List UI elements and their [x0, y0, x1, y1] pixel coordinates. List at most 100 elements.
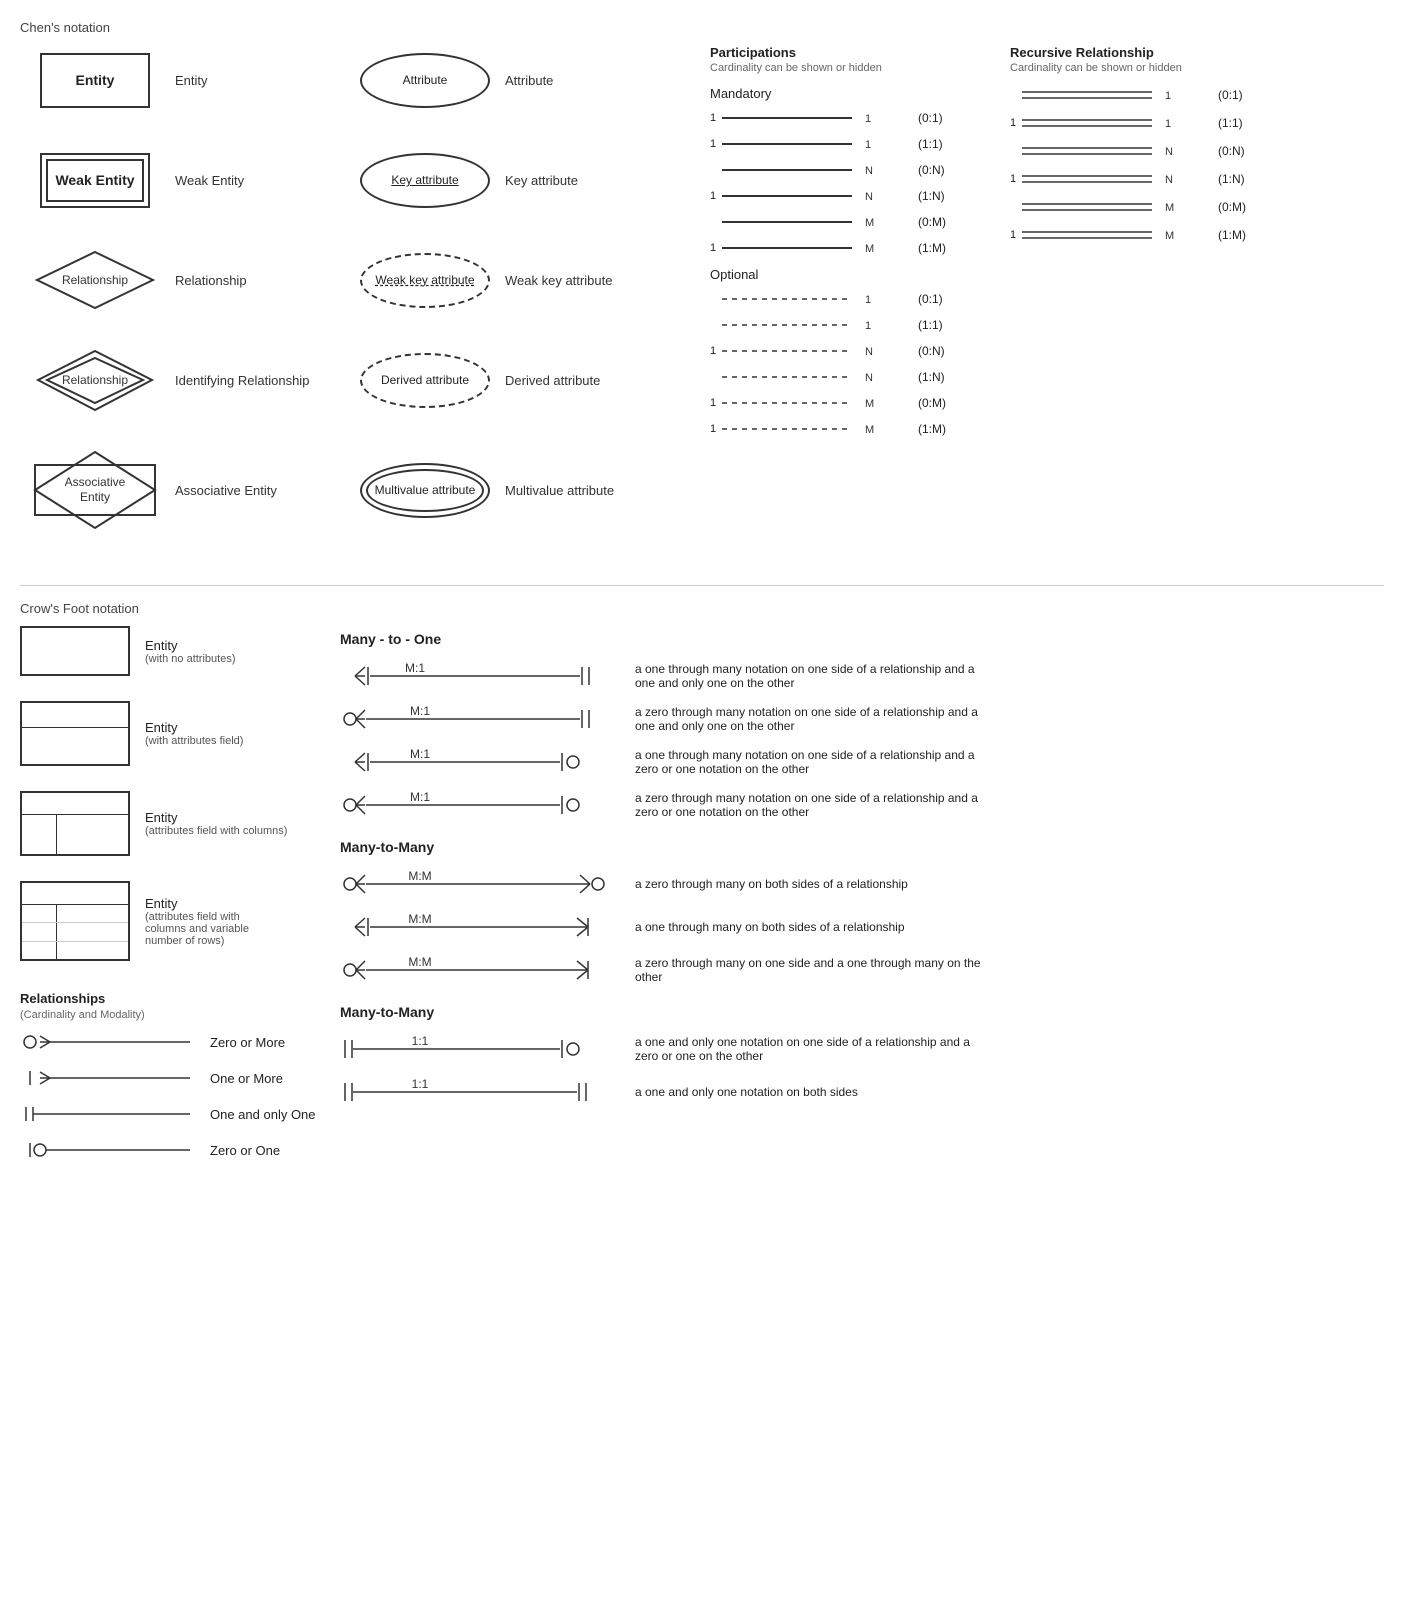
svg-text:1: 1: [1165, 90, 1171, 102]
svg-text:1:1: 1:1: [412, 1078, 429, 1091]
svg-text:M: M: [1165, 202, 1174, 214]
svg-text:N: N: [865, 191, 873, 203]
weak-key-attribute-label: Weak key attribute: [500, 273, 650, 288]
opt-participation-row-0N: 1 N (0:N): [710, 342, 990, 360]
crow-row-col-left-3: [22, 942, 57, 959]
svg-text:M:1: M:1: [410, 748, 430, 761]
part-notation-01: (0:1): [918, 111, 943, 125]
part-notation-0M: (0:M): [918, 215, 946, 229]
opt-participation-row-0M: 1 M (0:M): [710, 394, 990, 412]
svg-text:1: 1: [865, 113, 871, 125]
many-to-one-title: Many - to - One: [340, 631, 1384, 647]
11-row-2: 1:1 a one and only one notation on both …: [340, 1078, 1384, 1106]
opt-participation-row-11: 1 (1:1): [710, 316, 990, 334]
svg-text:N: N: [865, 165, 873, 177]
opt-participation-row-1N: N (1:N): [710, 368, 990, 386]
derived-attribute-ellipse: Derived attribute: [360, 353, 490, 408]
relationship-row: Relationship Relationship: [20, 245, 340, 315]
opt-part-notation-1N: (1:N): [918, 370, 945, 384]
crow-entity-columns-shape: [20, 791, 130, 856]
part-notation-1M: (1:M): [918, 241, 946, 255]
attributes-column: Attribute Attribute Key attribute Key at…: [340, 45, 690, 565]
entity-label: Entity: [170, 73, 320, 88]
part-left-01: 1: [710, 112, 722, 124]
m1-row-1: M:1 a one through many notation on one s…: [340, 662, 1384, 690]
m1-row-3: M:1 a one through many notation on one s…: [340, 748, 1384, 776]
opt-part-notation-01: (0:1): [918, 292, 943, 306]
participation-row-0M: M (0:M): [710, 213, 990, 231]
derived-attribute-row: Derived attribute Derived attribute: [350, 345, 690, 415]
weak-key-attribute-shape: Weak key attribute: [350, 253, 500, 308]
crow-entity-rows-body: [22, 905, 128, 959]
recursive-column: Recursive Relationship Cardinality can b…: [990, 45, 1290, 565]
weak-entity-shape: Weak Entity: [20, 153, 170, 208]
m1-desc-2: a zero through many notation on one side…: [635, 705, 985, 733]
associative-entity-diamond: Associative Entity: [30, 450, 160, 530]
many-to-many-title: Many-to-Many: [340, 839, 1384, 855]
crows-section: Crow's Foot notation Entity (with no att…: [20, 585, 1384, 1175]
weak-entity-rect: Weak Entity: [40, 153, 150, 208]
attribute-text: Attribute: [403, 73, 448, 87]
crow-entity-no-attr-label: Entity (with no attributes): [145, 638, 235, 665]
svg-text:M: M: [865, 424, 874, 436]
rec-notation-01: (0:1): [1218, 88, 1243, 102]
crow-entity-columns-row: Entity (attributes field with columns): [20, 791, 320, 856]
identifying-relationship-label: Identifying Relationship: [170, 373, 320, 388]
crows-title: Crow's Foot notation: [20, 601, 1384, 616]
svg-text:N: N: [1165, 146, 1173, 158]
crow-entity-rows-shape: [20, 881, 130, 961]
crow-entity-col-body: [22, 815, 128, 854]
crow-entity-no-attr-text: Entity: [145, 638, 235, 653]
m1-diagram-1: M:1: [340, 662, 620, 690]
crows-left-panel: Entity (with no attributes) Entity (with…: [20, 626, 320, 1175]
m1-diagram-3: M:1: [340, 748, 620, 776]
one-to-one-section-title: Many-to-Many: [340, 1004, 1384, 1020]
opt-part-notation-11: (1:1): [918, 318, 943, 332]
weak-key-attribute-text: Weak key attribute: [375, 273, 474, 287]
crow-row-item-1: [22, 905, 128, 923]
opt-part-left-1M: 1: [710, 423, 722, 435]
relationships-legend: Relationships (Cardinality and Modality): [20, 991, 320, 1161]
crow-entity-no-attr-shape: [20, 626, 130, 676]
zero-or-one-symbol: [20, 1139, 200, 1161]
entity-rect: Entity: [40, 53, 150, 108]
participation-row-11: 1 1 (1:1): [710, 135, 990, 153]
relationship-shape: Relationship: [20, 250, 170, 310]
crow-entity-rows-header: [22, 883, 128, 905]
weak-entity-row: Weak Entity Weak Entity: [20, 145, 340, 215]
attribute-label: Attribute: [500, 73, 650, 88]
relationship-label: Relationship: [170, 273, 320, 288]
crow-entity-col-right: [57, 815, 128, 854]
svg-text:M: M: [865, 217, 874, 229]
mm-desc-3: a zero through many on one side and a on…: [635, 956, 985, 984]
zero-or-more-label: Zero or More: [210, 1035, 285, 1050]
svg-text:M:1: M:1: [410, 705, 430, 718]
entity-row: Entity Entity: [20, 45, 340, 115]
svg-text:M:1: M:1: [410, 791, 430, 804]
key-attribute-text: Key attribute: [391, 173, 458, 187]
crow-entity-columns-label: Entity (attributes field with columns): [145, 810, 287, 837]
part-line-01: 1: [722, 109, 877, 127]
mm-row-1: M:M a zero through many on both sides of…: [340, 870, 1384, 898]
rec-left-1M: 1: [1010, 229, 1022, 241]
zero-or-more-symbol: [20, 1031, 200, 1053]
opt-part-notation-0N: (0:N): [918, 344, 945, 358]
rec-notation-0N: (0:N): [1218, 144, 1245, 158]
mm-desc-1: a zero through many on both sides of a r…: [635, 877, 908, 891]
one-and-only-one-label: One and only One: [210, 1107, 316, 1122]
relationships-sublabel: (Cardinality and Modality): [20, 1009, 320, 1021]
key-attribute-row: Key attribute Key attribute: [350, 145, 690, 215]
svg-text:M: M: [865, 243, 874, 255]
crow-row-col-right-1: [57, 905, 128, 922]
svg-text:M:M: M:M: [408, 913, 431, 926]
identifying-relationship-row: Relationship Identifying Relationship: [20, 345, 340, 415]
m1-desc-3: a one through many notation on one side …: [635, 748, 985, 776]
svg-text:1: 1: [865, 294, 871, 306]
legend-one-and-only-one: One and only One: [20, 1103, 320, 1125]
crow-entity-rows-label: Entity (attributes field with columns an…: [145, 896, 275, 947]
part-notation-1N: (1:N): [918, 189, 945, 203]
one-or-more-symbol: [20, 1067, 200, 1089]
participation-row-01: 1 1 (0:1): [710, 109, 990, 127]
crow-entity-with-attr-sublabel: (with attributes field): [145, 735, 243, 747]
crow-entity-with-attr-shape: [20, 701, 130, 766]
